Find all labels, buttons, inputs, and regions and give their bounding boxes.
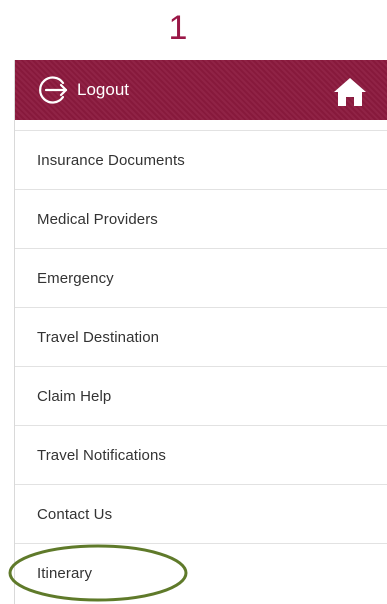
menu-item-label: Insurance Documents — [37, 151, 185, 169]
menu-item-label: Medical Providers — [37, 210, 158, 228]
logout-label: Logout — [77, 80, 129, 99]
menu-item-itinerary[interactable]: Itinerary — [15, 543, 387, 602]
header-bar: Logout — [15, 60, 387, 120]
logout-button[interactable]: Logout — [37, 74, 129, 106]
menu-item-label: Travel Destination — [37, 328, 160, 346]
menu-item-travel-notifications[interactable]: Travel Notifications — [15, 425, 387, 484]
menu-item-label: Travel Notifications — [37, 446, 166, 464]
home-icon — [334, 78, 366, 106]
menu-item-label: Claim Help — [37, 387, 112, 405]
menu-item-claim-help[interactable]: Claim Help — [15, 366, 387, 425]
home-button[interactable] — [333, 77, 367, 107]
menu-item-travel-destination[interactable]: Travel Destination — [15, 307, 387, 366]
menu-item-emergency[interactable]: Emergency — [15, 248, 387, 307]
menu-item-contact-us[interactable]: Contact Us — [15, 484, 387, 543]
menu-item-label: Itinerary — [37, 564, 93, 582]
menu-item-insurance-documents[interactable]: Insurance Documents — [15, 130, 387, 189]
logout-arrow-circle-icon — [39, 76, 68, 104]
menu-item-medical-providers[interactable]: Medical Providers — [15, 189, 387, 248]
menu-item-label: Emergency — [37, 269, 114, 287]
step-number: 1 — [168, 9, 188, 47]
menu-list: Insurance Documents Medical Providers Em… — [15, 130, 387, 602]
side-menu-drawer: Logout Insurance Documents Medical Provi… — [14, 60, 387, 604]
menu-item-label: Contact Us — [37, 505, 113, 523]
